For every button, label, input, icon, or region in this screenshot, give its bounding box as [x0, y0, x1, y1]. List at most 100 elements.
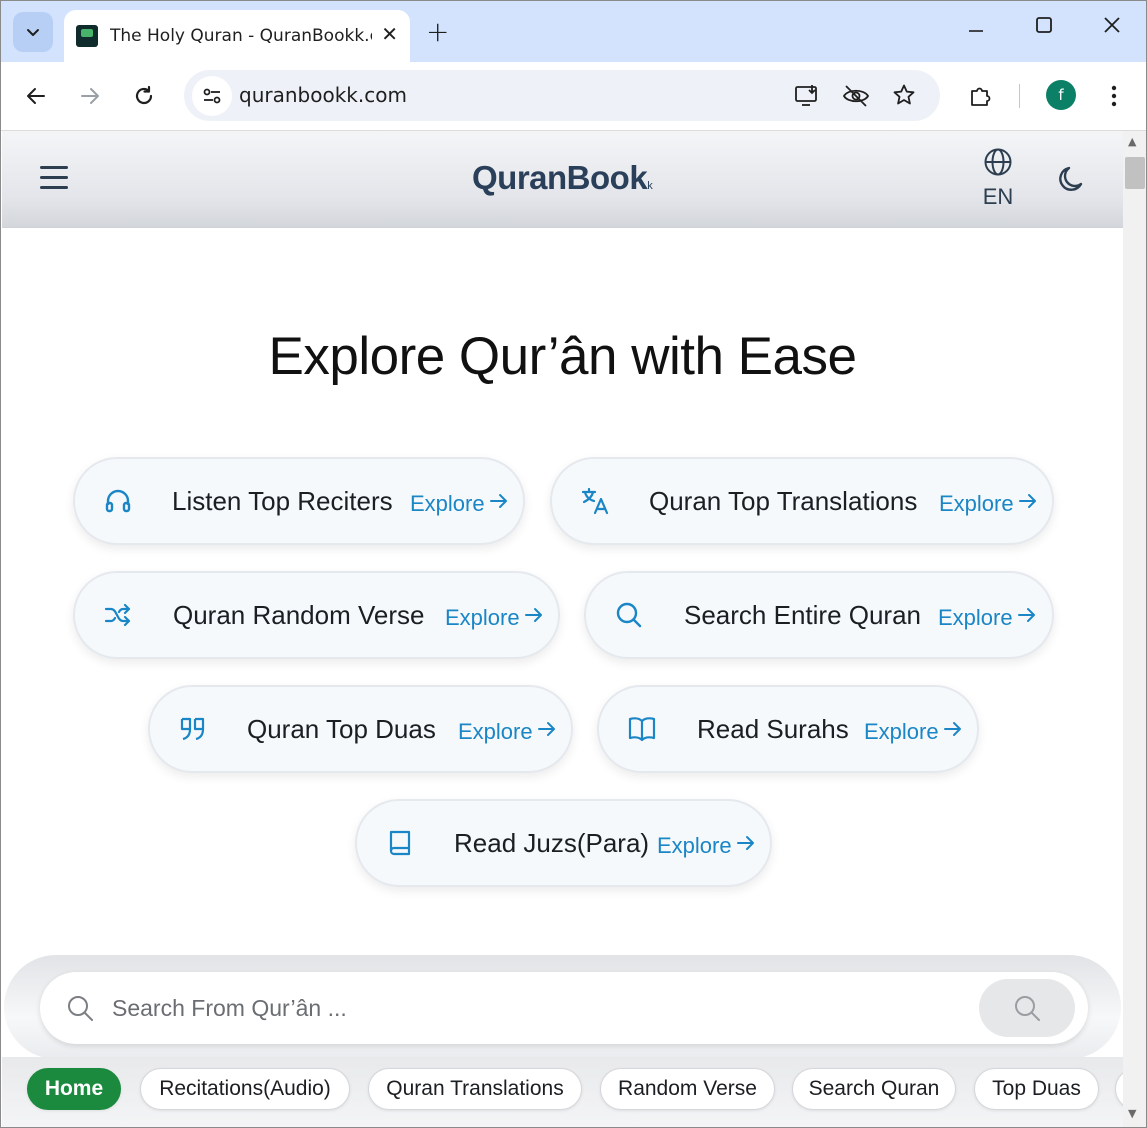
arrow-right-icon	[944, 722, 961, 736]
reload-button[interactable]	[128, 80, 160, 112]
card-read-juzs[interactable]: Read Juzs(Para) Explore	[355, 799, 772, 887]
reload-icon	[135, 85, 153, 105]
profile-avatar[interactable]: f	[1046, 80, 1076, 110]
star-icon	[893, 84, 915, 105]
open-book-icon	[628, 717, 656, 742]
chip-search-quran[interactable]: Search Quran	[792, 1068, 956, 1110]
site-info-button[interactable]	[192, 76, 232, 116]
minimize-button[interactable]	[966, 15, 986, 41]
dark-mode-toggle[interactable]	[1055, 163, 1089, 197]
more-vert-icon	[1111, 85, 1117, 107]
book-icon	[389, 830, 411, 856]
arrow-right-icon	[538, 722, 555, 736]
explore-link[interactable]: Explore	[445, 605, 520, 631]
tab-title: The Holy Quran - QuranBookk.com	[110, 26, 372, 46]
menu-icon[interactable]	[40, 166, 68, 190]
chip-top-duas[interactable]: Top Duas	[974, 1068, 1099, 1110]
maximize-icon	[1036, 17, 1052, 33]
back-button[interactable]	[20, 80, 52, 112]
explore-link[interactable]: Explore	[410, 491, 485, 517]
maximize-button[interactable]	[1034, 15, 1054, 41]
browser-tab[interactable]: The Holy Quran - QuranBookk.com ✕	[64, 10, 410, 62]
logo-text: QuranBook	[472, 159, 648, 196]
scroll-down-icon[interactable]: ▼	[1128, 1107, 1136, 1120]
forward-arrow-icon	[81, 88, 99, 104]
moon-icon	[1059, 166, 1083, 191]
close-window-button[interactable]	[1102, 15, 1122, 41]
hero-title: Explore Qur’ân with Ease	[268, 327, 857, 386]
search-submit-button[interactable]	[979, 979, 1075, 1037]
browser-menu-button[interactable]	[1098, 80, 1130, 112]
tracking-protection-button[interactable]	[842, 83, 870, 109]
card-read-surahs[interactable]: Read Surahs Explore	[597, 685, 979, 773]
card-label: Read Surahs	[697, 714, 849, 744]
card-search-entire-quran[interactable]: Search Entire Quran Explore	[584, 571, 1054, 659]
close-tab-icon[interactable]: ✕	[381, 22, 398, 46]
page-scrollbar[interactable]	[1123, 131, 1146, 1127]
chip-overflow[interactable]	[1115, 1068, 1123, 1110]
explore-link[interactable]: Explore	[864, 719, 939, 745]
search-icon	[68, 996, 93, 1021]
tab-strip: The Holy Quran - QuranBookk.com ✕ +	[1, 1, 1146, 62]
language-code: EN	[982, 184, 1014, 209]
quote-icon	[180, 717, 205, 741]
card-label: Listen Top Reciters	[172, 486, 393, 516]
chip-quran-translations[interactable]: Quran Translations	[368, 1068, 582, 1110]
card-label: Quran Top Duas	[247, 714, 436, 744]
tab-search-button[interactable]	[13, 12, 53, 52]
search-bar-container	[4, 955, 1121, 1059]
logo-suffix: k	[647, 180, 653, 192]
card-quran-top-translations[interactable]: Quran Top Translations Explore	[550, 457, 1054, 545]
explore-link[interactable]: Explore	[657, 833, 732, 859]
chevron-down-icon	[27, 29, 39, 36]
card-label: Quran Top Translations	[649, 486, 918, 516]
translate-icon	[581, 487, 609, 515]
back-arrow-icon	[27, 88, 45, 104]
bookmark-button[interactable]	[892, 83, 918, 109]
quran-search-input[interactable]	[112, 990, 972, 1026]
site-header: QuranBookk EN	[2, 131, 1123, 228]
explore-link[interactable]: Explore	[938, 605, 1013, 631]
search-icon	[616, 602, 642, 628]
arrow-right-icon	[737, 836, 754, 850]
headphones-icon	[105, 489, 131, 513]
card-quran-top-duas[interactable]: Quran Top Duas Explore	[148, 685, 573, 773]
card-label: Quran Random Verse	[173, 600, 425, 630]
puzzle-icon	[971, 87, 991, 106]
url-text[interactable]: quranbookk.com	[239, 83, 407, 107]
install-icon	[795, 85, 817, 106]
new-tab-button[interactable]: +	[426, 15, 449, 48]
scrollbar-thumb[interactable]	[1125, 157, 1145, 189]
card-quran-random-verse[interactable]: Quran Random Verse Explore	[73, 571, 560, 659]
address-bar[interactable]: quranbookk.com	[184, 70, 940, 121]
card-label: Search Entire Quran	[684, 600, 922, 630]
explore-link[interactable]: Explore	[939, 491, 1014, 517]
eye-off-icon	[842, 85, 870, 107]
site-logo[interactable]: QuranBookk	[472, 159, 653, 197]
chip-home[interactable]: Home	[27, 1068, 121, 1110]
toolbar-divider	[1019, 84, 1020, 108]
scroll-up-icon[interactable]: ▲	[1128, 135, 1136, 148]
shuffle-icon	[104, 603, 131, 627]
site-settings-icon	[203, 88, 221, 104]
card-listen-top-reciters[interactable]: Listen Top Reciters Explore	[73, 457, 525, 545]
arrow-right-icon	[1019, 494, 1036, 508]
browser-window: The Holy Quran - QuranBookk.com ✕ + qur	[0, 0, 1147, 1128]
globe-icon	[984, 148, 1012, 176]
search-icon	[1015, 996, 1040, 1021]
install-app-button[interactable]	[794, 83, 820, 109]
chip-recitations[interactable]: Recitations(Audio)	[140, 1068, 350, 1110]
browser-toolbar: quranbookk.com	[1, 62, 1146, 131]
chip-random-verse[interactable]: Random Verse	[600, 1068, 775, 1110]
bottom-nav-chips: Home Recitations(Audio) Quran Translatio…	[2, 1057, 1123, 1127]
close-window-icon	[1104, 17, 1120, 33]
language-selector[interactable]: EN	[980, 147, 1016, 210]
quran-search-box	[40, 972, 1088, 1044]
extensions-button[interactable]	[965, 80, 997, 112]
page-viewport: QuranBookk EN Explore Qur’ân with Ease L…	[2, 131, 1123, 1127]
minimize-icon	[969, 30, 983, 32]
card-label: Read Juzs(Para)	[454, 828, 650, 858]
forward-button[interactable]	[74, 80, 106, 112]
explore-link[interactable]: Explore	[458, 719, 533, 745]
site-favicon-icon	[76, 25, 98, 47]
